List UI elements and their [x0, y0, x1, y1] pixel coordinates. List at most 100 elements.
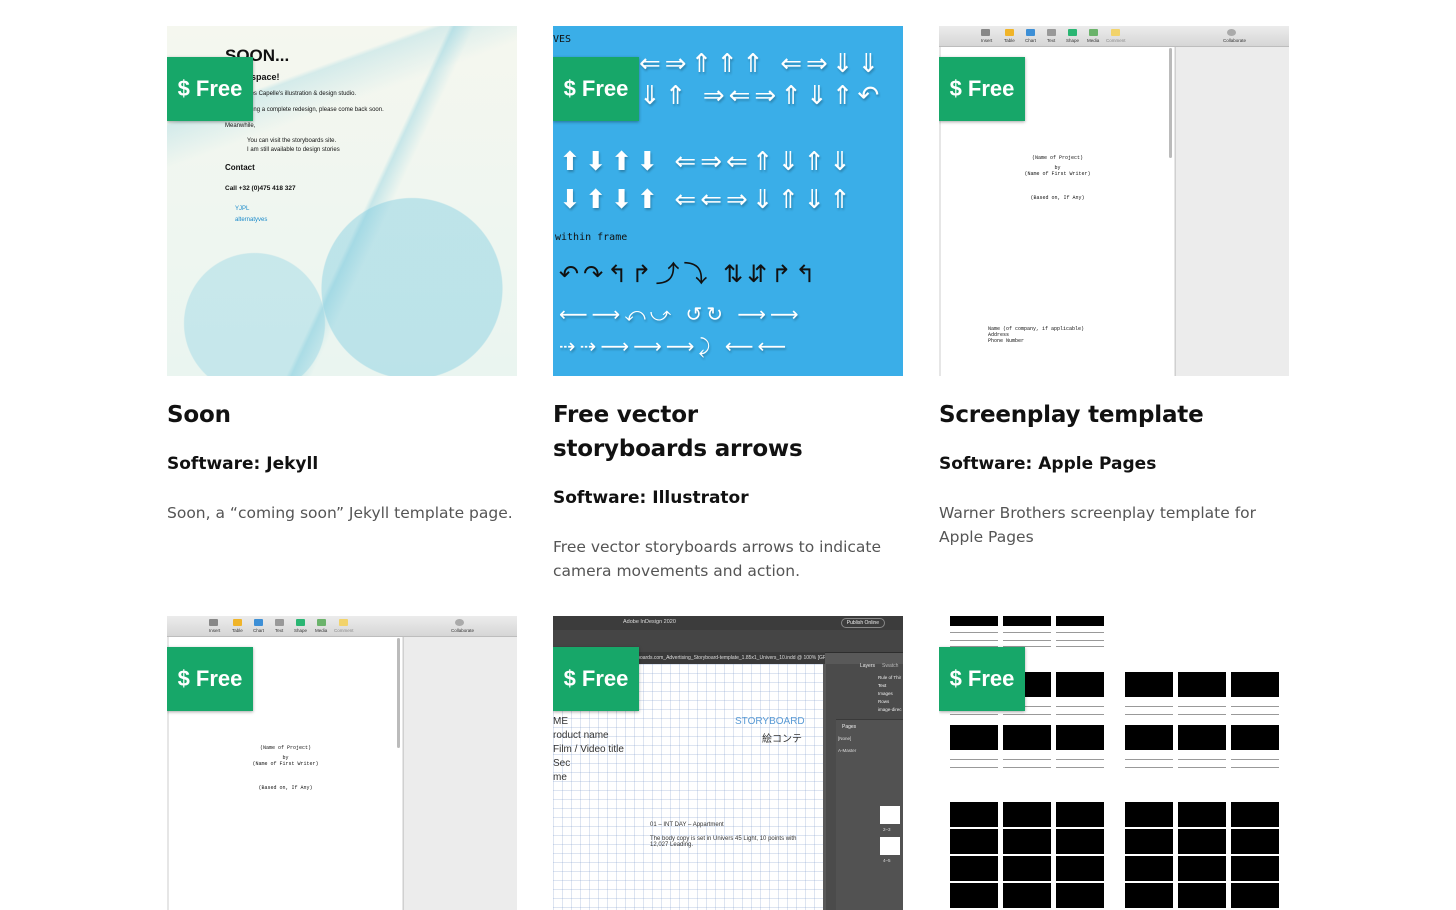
storyboard-frame [1003, 802, 1051, 827]
master-item[interactable]: A-Master [838, 748, 856, 753]
free-badge: $ Free [939, 57, 1025, 121]
arrow-glyphs: ↶↷↰↱⤴⤵ ⇅⇵↱↰ [559, 260, 820, 288]
panel-tab[interactable]: Pages [842, 724, 856, 730]
storyboard-frame [950, 883, 998, 908]
canvas-text: 絵コンテ [762, 734, 802, 745]
layer-item[interactable]: Text [878, 683, 886, 688]
product-thumbnail[interactable]: SOON... ...this space! ...es is Yves Cap… [167, 26, 517, 376]
storyboard-frame [1178, 856, 1226, 881]
app-menubar: Adobe InDesign 2020 Publish Online [553, 616, 903, 630]
doc-line: (Name of First Writer) [1024, 171, 1091, 177]
scrollbar[interactable] [1169, 48, 1172, 158]
toolbar-label: Comment [334, 628, 354, 633]
product-thumbnail[interactable]: Insert Table Chart Text Shape Media Comm… [167, 616, 517, 910]
storyboard-frame [1003, 856, 1051, 881]
product-description: Warner Brothers screenplay template for … [939, 504, 1257, 546]
layer-item[interactable]: Rule of Thir [878, 675, 901, 680]
scrollbar[interactable] [397, 638, 400, 748]
storyboard-frame [1178, 802, 1226, 827]
product-card-link[interactable]: Insert Table Chart Text Shape Media Comm… [939, 26, 1289, 432]
arrow-glyphs: ⬆⬇⬆⬇ ⇐⇒⇐⇑⇓⇑⇓ [559, 147, 855, 177]
product-card-storyboard-arrows[interactable]: VES ⇐⇒⇑⇑⇑ ⇐⇒⇓⇓⇓⇑ ⇒⇐⇒⇑⇓⇑↶ ⬆⬇⬆⬇ ⇐⇒⇐⇑⇓⇑⇓ ⬇⬆… [553, 26, 903, 583]
doc-line: Phone Number [988, 338, 1025, 344]
arrow-glyphs: ⬇⬆⬇⬆ ⇐⇐⇒⇓⇑⇓⇑ [559, 185, 855, 215]
toolbar-label: Chart [1025, 38, 1037, 43]
toolbar-label: Collaborate [1223, 38, 1247, 43]
app-title: Adobe InDesign 2020 [623, 619, 676, 625]
panel-tab[interactable]: Swatch [882, 663, 898, 669]
toolbar-label: Table [232, 628, 243, 633]
panel-tab[interactable]: Layers [860, 663, 875, 669]
thumb-line: Call +32 (0)475 418 327 [225, 185, 296, 192]
thumb-line: I am still available to design stories [247, 147, 340, 153]
storyboard-frame [1125, 829, 1173, 854]
product-card[interactable]: Insert Table Chart Text Shape Media Comm… [167, 616, 517, 910]
storyboard-frame [950, 616, 998, 626]
product-title[interactable]: Free vector storyboards arrows [553, 398, 853, 466]
product-thumbnail[interactable]: $ Free [939, 616, 1289, 910]
storyboard-frame [1003, 883, 1051, 908]
pages-panel: Pages [None] A-Master 2–3 4–5 [836, 719, 903, 910]
storyboard-frame [1056, 802, 1104, 827]
free-badge: $ Free [167, 57, 253, 121]
master-item[interactable]: [None] [838, 736, 851, 741]
storyboard-frame [1056, 725, 1104, 750]
product-thumbnail[interactable]: Adobe InDesign 2020 Publish Online ...bo… [553, 616, 903, 910]
toolbar-label: Shape [294, 628, 308, 633]
storyboard-frame [950, 856, 998, 881]
storyboard-frame [1003, 616, 1051, 626]
product-description: Soon, a “coming soon” Jekyll template pa… [167, 504, 513, 522]
storyboard-frame [950, 725, 998, 750]
doc-line: (Name of Project) [1031, 155, 1083, 161]
storyboard-frame [950, 802, 998, 827]
product-card-soon[interactable]: SOON... ...this space! ...es is Yves Cap… [167, 26, 517, 525]
publish-online-button[interactable]: Publish Online [840, 618, 885, 628]
storyboard-frame [1056, 856, 1104, 881]
product-thumbnail[interactable]: VES ⇐⇒⇑⇑⇑ ⇐⇒⇓⇓⇓⇑ ⇒⇐⇒⇑⇓⇑↶ ⬆⬇⬆⬇ ⇐⇒⇐⇑⇓⇑⇓ ⬇⬆… [553, 26, 903, 376]
storyboard-frame [1178, 829, 1226, 854]
storyboard-frame [1125, 802, 1173, 827]
product-thumbnail[interactable]: Insert Table Chart Text Shape Media Comm… [939, 26, 1289, 376]
thumb-label: VES [553, 34, 572, 45]
canvas-text: 01 – INT DAY – Appartment [650, 822, 724, 828]
storyboard-frame [1178, 883, 1226, 908]
storyboard-frame [1231, 672, 1279, 697]
free-badge: $ Free [553, 57, 639, 121]
canvas-text: Film / Video title [553, 744, 624, 755]
arrow-glyphs: ⟵⟶⤺⤻ ↺↻ ⟶⟶ [559, 302, 803, 326]
free-badge: $ Free [939, 647, 1025, 711]
product-card-screenplay-template[interactable]: Insert Table Chart Text Shape Media Comm… [939, 26, 1289, 549]
layer-item[interactable]: Images [878, 691, 893, 696]
toolbar-label: Text [275, 628, 284, 633]
product-card[interactable]: Adobe InDesign 2020 Publish Online ...bo… [553, 616, 903, 910]
storyboard-frame [1178, 672, 1226, 697]
layer-item[interactable]: image-direc [878, 707, 902, 712]
product-card-link[interactable]: SOON... ...this space! ...es is Yves Cap… [167, 26, 517, 432]
storyboard-frame [1056, 883, 1104, 908]
storyboard-frame [950, 829, 998, 854]
thumb-label: within frame [555, 232, 628, 243]
storyboard-frame [1056, 616, 1104, 626]
thumb-line: alternatyves [235, 217, 268, 223]
storyboard-frame [1003, 725, 1051, 750]
pages-toolbar: Insert Table Chart Text Shape Media Comm… [939, 26, 1289, 47]
toolbar-label: Insert [209, 628, 221, 633]
storyboard-frame [1231, 802, 1279, 827]
layer-item[interactable]: Rows [878, 699, 889, 704]
storyboard-frame [1231, 856, 1279, 881]
free-badge: $ Free [167, 647, 253, 711]
page-thumbnail[interactable] [880, 806, 900, 824]
pages-toolbar: Insert Table Chart Text Shape Media Comm… [167, 616, 517, 637]
toolbar-label: Insert [981, 38, 993, 43]
storyboard-frame [1056, 829, 1104, 854]
product-title[interactable]: Screenplay template [939, 398, 1289, 432]
page-thumbnail[interactable] [880, 837, 900, 855]
product-card-link[interactable]: VES ⇐⇒⇑⇑⇑ ⇐⇒⇓⇓⇓⇑ ⇒⇐⇒⇑⇓⇑↶ ⬆⬇⬆⬇ ⇐⇒⇐⇑⇓⇑⇓ ⬇⬆… [553, 26, 903, 466]
toolbar-label: Collaborate [451, 628, 475, 633]
format-sidebar [403, 637, 517, 910]
storyboard-frame [1056, 672, 1104, 697]
product-title[interactable]: Soon [167, 398, 517, 432]
product-software: Software: Illustrator [553, 488, 749, 508]
toolbar-label: Media [1087, 38, 1100, 43]
product-card[interactable]: $ Free [939, 616, 1289, 910]
